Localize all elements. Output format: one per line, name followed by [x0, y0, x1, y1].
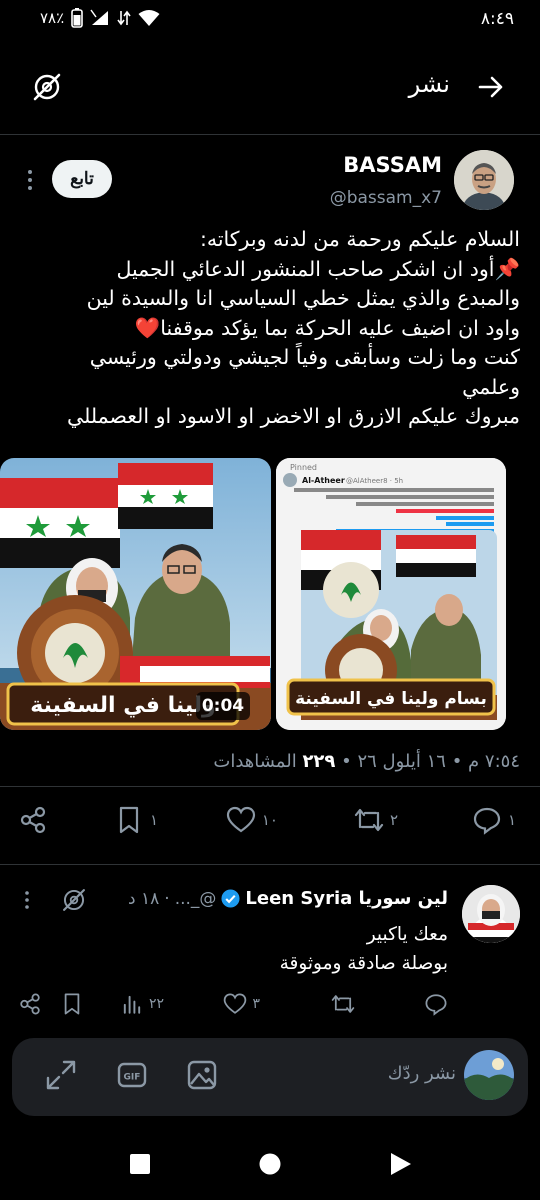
- reply-repost-action[interactable]: [331, 992, 355, 1016]
- heart-icon: [224, 993, 247, 1014]
- tweet-time: ٧:٥٤ م: [468, 751, 520, 772]
- repost-action[interactable]: ٢: [354, 805, 398, 835]
- repost-icon: [331, 995, 355, 1013]
- reply-icon: [473, 807, 501, 835]
- repost-icon: [354, 808, 384, 832]
- image-thumbnail: Pinned Al-Atheer @AlAtheer8 · 5h بسام ول…: [276, 458, 506, 730]
- views-count[interactable]: ٢٢٩: [302, 751, 335, 772]
- home-button-icon[interactable]: [258, 1152, 282, 1176]
- tweet-line: مبروك عليكم الازرق او الاخضر او الاسود ا…: [66, 404, 520, 428]
- wifi-icon: [138, 10, 160, 26]
- system-nav-bar: [0, 1130, 540, 1200]
- bookmark-icon: [64, 993, 80, 1015]
- share-icon: [20, 993, 40, 1015]
- like-action[interactable]: ١٠: [226, 805, 278, 835]
- tweet-video[interactable]: ولينا في السفينة: [0, 458, 271, 730]
- gif-icon[interactable]: GIF: [115, 1058, 149, 1092]
- tweet-line: السلام عليكم ورحمة من لدنه وبركاته:: [199, 227, 520, 251]
- tweet-line: وعلمي: [462, 374, 520, 399]
- reply-views-action[interactable]: ٢٢: [120, 992, 164, 1016]
- views-label[interactable]: المشاهدات: [213, 751, 296, 772]
- inner-pinned-label: Pinned: [290, 463, 317, 472]
- divider: [0, 134, 540, 135]
- expand-icon[interactable]: [44, 1058, 78, 1092]
- bookmark-action[interactable]: ١: [114, 805, 158, 835]
- meta-dot: •: [445, 751, 463, 772]
- reply-header: لين سوريا Leen Syria @_... · ١٨ د: [128, 888, 448, 909]
- gear-off-icon[interactable]: [60, 886, 88, 914]
- video-banner-text: ولينا في السفينة: [30, 693, 215, 718]
- data-icon: [117, 10, 131, 26]
- page-title: نشر: [408, 70, 450, 98]
- tweet-actions: ١ ٢ ١٠ ١: [0, 805, 540, 845]
- reply-views-count: ٢٢: [148, 996, 164, 1012]
- inner-handle: @AlAtheer8 · 5h: [346, 477, 403, 485]
- status-bar: ٧٨٪ ٨:٤٩: [0, 0, 540, 40]
- repost-count: ٢: [389, 811, 398, 829]
- reply-action[interactable]: ١: [472, 805, 516, 835]
- reply-composer: GIF: [12, 1038, 528, 1116]
- reply-reply-action[interactable]: [424, 992, 448, 1016]
- recents-button-icon[interactable]: [128, 1152, 152, 1176]
- image-banner-text: بسام ولينا في السفينة: [295, 689, 487, 709]
- share-action[interactable]: [18, 805, 48, 835]
- inner-author: Al-Atheer: [302, 476, 345, 485]
- divider: [0, 786, 540, 787]
- tweet-meta: ٧:٥٤ م • ١٦ أيلول ٢٦ • ٢٢٩ المشاهدات: [213, 751, 520, 772]
- tweet-line: واود ان اضيف عليه الحركة بما يؤكد موقفنا…: [134, 315, 520, 340]
- author-handle[interactable]: @bassam_x7: [330, 188, 442, 208]
- video-duration-badge: 0:04: [196, 692, 250, 720]
- svg-text:GIF: GIF: [124, 1073, 141, 1083]
- reply-input[interactable]: [256, 1063, 456, 1084]
- tweet-line: 📌أود ان اشكر صاحب المنشور الدعائي الجميل: [116, 256, 520, 281]
- heart-icon: [226, 806, 255, 833]
- more-options-icon[interactable]: [24, 890, 30, 910]
- battery-icon: [71, 8, 83, 28]
- reply-line: بوصلة صادقة وموثوقة: [279, 953, 448, 974]
- follow-button[interactable]: تابع: [52, 160, 112, 198]
- reply-share-action[interactable]: [18, 992, 42, 1016]
- share-icon: [20, 806, 46, 834]
- like-count: ١٠: [261, 811, 278, 829]
- image-icon[interactable]: [185, 1058, 219, 1092]
- composer-avatar: [464, 1050, 514, 1100]
- back-button-icon[interactable]: [388, 1152, 412, 1176]
- verified-badge-icon: [221, 889, 240, 908]
- video-thumbnail: ولينا في السفينة: [0, 458, 271, 730]
- reply-bookmark-action[interactable]: [60, 992, 84, 1016]
- meta-dot: ·: [164, 888, 170, 909]
- author-avatar[interactable]: [454, 150, 514, 210]
- mobile-signal-icon: [90, 9, 109, 25]
- reply-time: ١٨ د: [128, 888, 160, 909]
- reply-count: ١: [507, 811, 516, 829]
- reply-icon: [425, 994, 447, 1016]
- status-time: ٨:٤٩: [480, 9, 514, 29]
- tweet-line: كنت وما زلت وسأبقى وفياً لجيشي ودولتي ور…: [89, 345, 520, 369]
- reply-handle[interactable]: @_...: [175, 889, 217, 909]
- reply-like-action[interactable]: ٣: [223, 992, 260, 1016]
- tweet-text: السلام عليكم ورحمة من لدنه وبركاته: 📌أود…: [20, 225, 520, 432]
- tweet-line: والمبدع والذي يمثل خطي السياسي انا والسي…: [86, 286, 520, 310]
- divider: [0, 864, 540, 865]
- gear-off-icon[interactable]: [30, 70, 64, 104]
- reply-author-name[interactable]: لين سوريا Leen Syria: [245, 888, 448, 909]
- reply-like-count: ٣: [252, 996, 260, 1012]
- tweet-date: ١٦ أيلول ٢٦: [357, 751, 446, 772]
- back-arrow-icon[interactable]: [476, 72, 506, 102]
- meta-dot: •: [335, 751, 352, 772]
- author-name[interactable]: BASSAM: [343, 153, 442, 177]
- tweet-image[interactable]: Pinned Al-Atheer @AlAtheer8 · 5h بسام ول…: [276, 458, 506, 730]
- reply-line: معك ياكبير: [366, 924, 448, 945]
- battery-percent: ٧٨٪: [40, 9, 65, 27]
- reply-actions: ٣ ٢٢: [0, 992, 540, 1024]
- reply-text: معك ياكبير بوصلة صادقة وموثوقة: [280, 920, 448, 978]
- reply-avatar[interactable]: [462, 885, 520, 943]
- status-icons: ٧٨٪: [40, 8, 160, 28]
- views-icon: [123, 995, 141, 1014]
- bookmark-count: ١: [149, 811, 158, 829]
- top-bar: نشر: [0, 50, 540, 122]
- bookmark-icon: [119, 806, 139, 834]
- more-options-icon[interactable]: [26, 168, 34, 192]
